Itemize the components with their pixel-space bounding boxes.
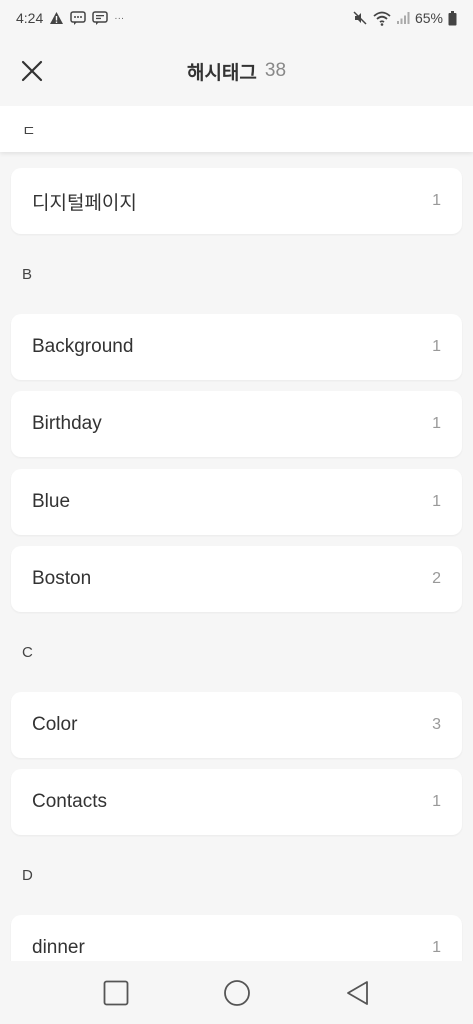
hashtag-count: 38 — [264, 60, 287, 81]
hashtag-name: 디지털페이지 — [32, 192, 137, 214]
hashtag-name: Blue — [32, 491, 71, 512]
back-button[interactable] — [338, 973, 378, 1013]
section-header-b: B — [22, 266, 33, 283]
wifi-icon — [373, 11, 391, 26]
close-button[interactable] — [14, 53, 50, 89]
section-header-c: C — [22, 644, 33, 661]
section-header-d: D — [22, 867, 33, 884]
hashtag-name: dinner — [32, 937, 85, 958]
mute-icon — [352, 10, 368, 26]
hashtag-item[interactable]: Background 1 — [11, 314, 462, 380]
hashtag-name: Contacts — [32, 791, 107, 812]
hashtag-item[interactable]: Blue 1 — [11, 469, 462, 535]
hashtag-item[interactable]: Boston 2 — [11, 546, 462, 612]
sticky-section-header: ㄷ — [0, 106, 473, 152]
hashtag-item[interactable]: dinner 1 — [11, 915, 462, 961]
hashtag-item-count: 3 — [432, 716, 441, 733]
more-notifications-icon: ··· — [114, 12, 125, 24]
hashtag-item[interactable]: Contacts 1 — [11, 769, 462, 835]
hashtag-name: Background — [32, 336, 134, 357]
circle-icon — [224, 979, 250, 1006]
status-time: 4:24 — [16, 10, 44, 26]
section-letter: ㄷ — [22, 123, 36, 140]
hashtag-item-count: 1 — [432, 939, 441, 956]
home-button[interactable] — [217, 973, 257, 1013]
hashtag-list[interactable]: ㄷ 디지털페이지 1 B Background 1 Birthday 1 Blu… — [0, 106, 473, 961]
hashtag-item-count: 1 — [432, 793, 441, 810]
status-right: 65% — [352, 10, 457, 26]
hashtag-item-count: 1 — [432, 192, 441, 209]
hashtag-name: Color — [32, 714, 78, 735]
hashtag-name: Birthday — [32, 413, 102, 434]
hashtag-item[interactable]: Birthday 1 — [11, 391, 462, 457]
close-icon — [21, 60, 43, 82]
hashtag-item-count: 1 — [432, 493, 441, 510]
status-bar: 4:24 ··· 65% — [0, 0, 473, 36]
chat-icon — [92, 10, 108, 26]
battery-icon — [448, 10, 457, 26]
message-icon — [70, 10, 86, 26]
hashtag-name: Boston — [32, 568, 92, 589]
hashtag-item-count: 1 — [432, 338, 441, 355]
battery-percent: 65% — [414, 10, 443, 26]
hashtag-item-count: 2 — [432, 570, 441, 587]
signal-icon — [396, 11, 410, 25]
app-header: 해시태그 38 — [0, 36, 473, 106]
hashtag-item-count: 1 — [432, 415, 441, 432]
square-icon — [103, 980, 129, 1005]
system-navigation-bar — [0, 961, 473, 1024]
recent-apps-button[interactable] — [96, 973, 136, 1013]
status-left: 4:24 ··· — [16, 10, 124, 26]
back-triangle-icon — [347, 980, 368, 1005]
page-title: 해시태그 — [186, 62, 257, 84]
warning-icon — [49, 11, 64, 25]
hashtag-item[interactable]: 디지털페이지 1 — [11, 168, 462, 234]
hashtag-item[interactable]: Color 3 — [11, 692, 462, 758]
